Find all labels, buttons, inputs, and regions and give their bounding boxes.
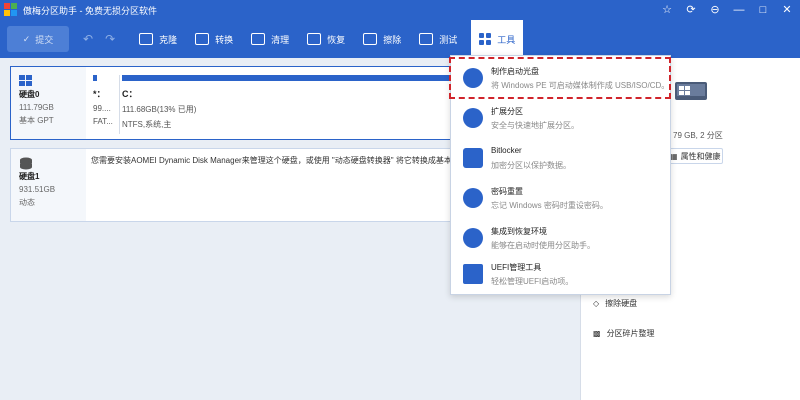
- menu-item-desc: 加密分区以保护数据。: [491, 161, 571, 170]
- clean-icon: [251, 33, 266, 45]
- menu-item-extend-partition[interactable]: 扩展分区 安全与快速地扩展分区。: [451, 100, 670, 140]
- properties-icon: ▦: [670, 151, 678, 161]
- tool-label: 转换: [215, 34, 234, 45]
- undo-icon[interactable]: ↶: [83, 32, 93, 46]
- tool-wipe[interactable]: 擦除: [357, 20, 407, 58]
- highlight-box: [449, 57, 671, 99]
- tool-label: 工具: [497, 34, 516, 45]
- tool-recover[interactable]: 恢复: [301, 20, 351, 58]
- bitlocker-icon: [463, 148, 483, 168]
- tool-clean[interactable]: 清理: [245, 20, 295, 58]
- tools-grid-icon: [479, 33, 492, 45]
- eraser-icon: ◇: [593, 299, 600, 308]
- convert-icon: [195, 33, 210, 45]
- tool-convert[interactable]: 转换: [189, 20, 239, 58]
- password-reset-icon: [463, 188, 483, 208]
- recover-icon: [307, 33, 322, 45]
- menu-icon[interactable]: ⊖: [708, 3, 722, 17]
- dynamic-disk-message: 您需要安装AOMEI Dynamic Disk Manager来管理这个硬盘，或…: [91, 156, 476, 165]
- disk-info: 硬盘0 111.79GB 基本 GPT: [11, 67, 86, 139]
- refresh-icon[interactable]: ⟳: [684, 3, 698, 17]
- submit-button[interactable]: ✓ 提交: [7, 26, 69, 52]
- tool-tools[interactable]: 工具: [471, 20, 524, 58]
- title-bar: 傲梅分区助手 - 免费无损分区软件 ☆ ⟳ ⊖ — □ ✕: [0, 0, 800, 20]
- tool-label: 克隆: [159, 34, 178, 45]
- disk-large-icon: [673, 76, 709, 104]
- toolbar: ✓ 提交 ↶ ↷ 克隆 转换 清理 恢复 擦除 测试 工具: [0, 20, 800, 58]
- extend-partition-icon: [463, 108, 483, 128]
- tool-label: 清理: [271, 34, 290, 45]
- defrag-item[interactable]: ▩ 分区碎片整理: [593, 328, 655, 339]
- maximize-button[interactable]: □: [756, 3, 770, 17]
- disk-info: 硬盘1 931.51GB 动态: [11, 149, 86, 221]
- tool-clone[interactable]: 克隆: [133, 20, 183, 58]
- disk-name: 硬盘1: [19, 172, 40, 181]
- menu-item-title: 扩展分区: [491, 107, 523, 116]
- clone-icon: [139, 33, 154, 45]
- disk-style: 基本 GPT: [19, 116, 54, 125]
- menu-item-desc: 忘记 Windows 密码时重设密码。: [491, 201, 608, 210]
- window-title: 傲梅分区助手 - 免费无损分区软件: [23, 5, 157, 16]
- check-icon: ✓: [22, 33, 31, 44]
- partition-usage-bar: [93, 75, 97, 81]
- uefi-icon: [463, 264, 483, 284]
- app-logo-icon: [4, 3, 18, 17]
- partition-efi[interactable]: *： 99.... FAT...: [93, 75, 115, 130]
- properties-label: 属性和健康: [680, 151, 721, 161]
- partition-fs: FAT...: [93, 117, 113, 126]
- favorite-icon[interactable]: ☆: [660, 3, 674, 17]
- menu-item-title: Bitlocker: [491, 146, 522, 155]
- partition-size: 99....: [93, 104, 111, 113]
- menu-item-desc: 能够在启动时使用分区助手。: [491, 241, 595, 250]
- menu-item-recovery-env[interactable]: 集成到恢复环境 能够在启动时使用分区助手。: [451, 220, 670, 260]
- defrag-icon: ▩: [593, 329, 601, 338]
- menu-item-title: 密码重置: [491, 187, 523, 196]
- test-icon: [419, 33, 434, 45]
- disk-summary: 79 GB, 2 分区: [673, 131, 723, 140]
- tool-label: 恢复: [327, 34, 346, 45]
- menu-item-desc: 安全与快速地扩展分区。: [491, 121, 579, 130]
- properties-health-button[interactable]: ▦ 属性和健康: [665, 148, 723, 164]
- disk-name: 硬盘0: [19, 90, 40, 99]
- menu-item-title: UEFI管理工具: [491, 263, 542, 272]
- tool-test[interactable]: 测试: [413, 20, 463, 58]
- defrag-label: 分区碎片整理: [606, 329, 655, 338]
- menu-item-uefi[interactable]: UEFI管理工具 轻松管理UEFI启动项。: [451, 256, 670, 296]
- recovery-env-icon: [463, 228, 483, 248]
- wipe-disk-label: 擦除硬盘: [605, 299, 638, 308]
- menu-item-password-reset[interactable]: 密码重置 忘记 Windows 密码时重设密码。: [451, 180, 670, 220]
- partition-letter: *：: [93, 89, 106, 99]
- menu-item-bitlocker[interactable]: Bitlocker 加密分区以保护数据。: [451, 140, 670, 180]
- redo-icon[interactable]: ↷: [105, 32, 115, 46]
- wipe-icon: [363, 33, 378, 45]
- menu-item-title: 集成到恢复环境: [491, 227, 547, 236]
- minimize-button[interactable]: —: [732, 3, 746, 17]
- close-button[interactable]: ✕: [780, 3, 794, 17]
- menu-item-desc: 轻松管理UEFI启动项。: [491, 277, 574, 286]
- disk-size: 931.51GB: [19, 185, 56, 194]
- disk-style: 动态: [19, 198, 35, 207]
- database-disk-icon: [19, 157, 35, 170]
- disk-size: 111.79GB: [19, 103, 54, 112]
- tool-label: 擦除: [383, 34, 402, 45]
- windows-disk-icon: [19, 75, 35, 87]
- tool-label: 测试: [439, 34, 458, 45]
- wipe-disk-item[interactable]: ◇ 擦除硬盘: [593, 298, 637, 309]
- submit-label: 提交: [35, 34, 54, 45]
